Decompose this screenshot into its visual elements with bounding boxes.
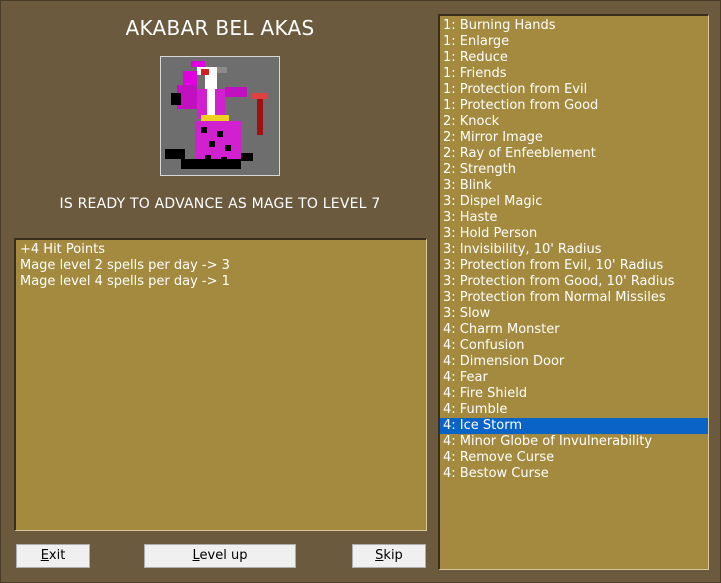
spell-item[interactable]: 4: Bestow Curse xyxy=(440,466,708,482)
spell-item-selected[interactable]: 4: Ice Storm xyxy=(440,418,708,434)
spell-list[interactable]: 1: Burning Hands 1: Enlarge 1: Reduce 1:… xyxy=(438,14,709,570)
spell-item[interactable]: 4: Dimension Door xyxy=(440,354,708,370)
spell-item[interactable]: 3: Protection from Normal Missiles xyxy=(440,290,708,306)
character-portrait xyxy=(160,56,280,176)
level-up-button[interactable]: Level up xyxy=(144,544,296,568)
spell-item[interactable]: 4: Minor Globe of Invulnerability xyxy=(440,434,708,450)
spell-item[interactable]: 3: Protection from Good, 10' Radius xyxy=(440,274,708,290)
gain-line: +4 Hit Points xyxy=(20,242,105,257)
spell-item[interactable]: 3: Hold Person xyxy=(440,226,708,242)
level-gains-panel: +4 Hit Points Mage level 2 spells per da… xyxy=(14,238,427,531)
spell-item[interactable]: 4: Fire Shield xyxy=(440,386,708,402)
spell-item[interactable]: 4: Confusion xyxy=(440,338,708,354)
exit-button[interactable]: Exit xyxy=(16,544,90,568)
exit-hotkey: E xyxy=(40,548,49,563)
mage-sprite-icon xyxy=(161,57,279,175)
spell-item[interactable]: 2: Knock xyxy=(440,114,708,130)
spell-item[interactable]: 3: Blink xyxy=(440,178,708,194)
spell-item[interactable]: 1: Enlarge xyxy=(440,34,708,50)
spell-item[interactable]: 2: Ray of Enfeeblement xyxy=(440,146,708,162)
exit-label: xit xyxy=(48,548,66,563)
spell-item[interactable]: 1: Protection from Good xyxy=(440,98,708,114)
spell-item[interactable]: 3: Protection from Evil, 10' Radius xyxy=(440,258,708,274)
gain-line: Mage level 2 spells per day -> 3 xyxy=(20,258,230,273)
gain-line: Mage level 4 spells per day -> 1 xyxy=(20,274,230,289)
spell-item[interactable]: 3: Dispel Magic xyxy=(440,194,708,210)
spell-item[interactable]: 4: Remove Curse xyxy=(440,450,708,466)
level-up-hotkey: L xyxy=(192,548,200,563)
spell-item[interactable]: 2: Mirror Image xyxy=(440,130,708,146)
spell-item[interactable]: 4: Charm Monster xyxy=(440,322,708,338)
skip-button[interactable]: Skip xyxy=(352,544,426,568)
spell-item[interactable]: 3: Haste xyxy=(440,210,708,226)
spell-item[interactable]: 4: Fear xyxy=(440,370,708,386)
level-up-label: evel up xyxy=(199,548,248,563)
skip-label: kip xyxy=(383,548,403,563)
spell-item[interactable]: 4: Fumble xyxy=(440,402,708,418)
spell-item[interactable]: 3: Invisibility, 10' Radius xyxy=(440,242,708,258)
advance-status-text: IS READY TO ADVANCE AS MAGE TO LEVEL 7 xyxy=(59,196,381,212)
spell-item[interactable]: 1: Friends xyxy=(440,66,708,82)
spell-item[interactable]: 1: Burning Hands xyxy=(440,18,708,34)
spell-item[interactable]: 3: Slow xyxy=(440,306,708,322)
spell-item[interactable]: 1: Protection from Evil xyxy=(440,82,708,98)
spell-item[interactable]: 1: Reduce xyxy=(440,50,708,66)
spell-item[interactable]: 2: Strength xyxy=(440,162,708,178)
character-name: AKABAR BEL AKAS xyxy=(125,16,315,40)
